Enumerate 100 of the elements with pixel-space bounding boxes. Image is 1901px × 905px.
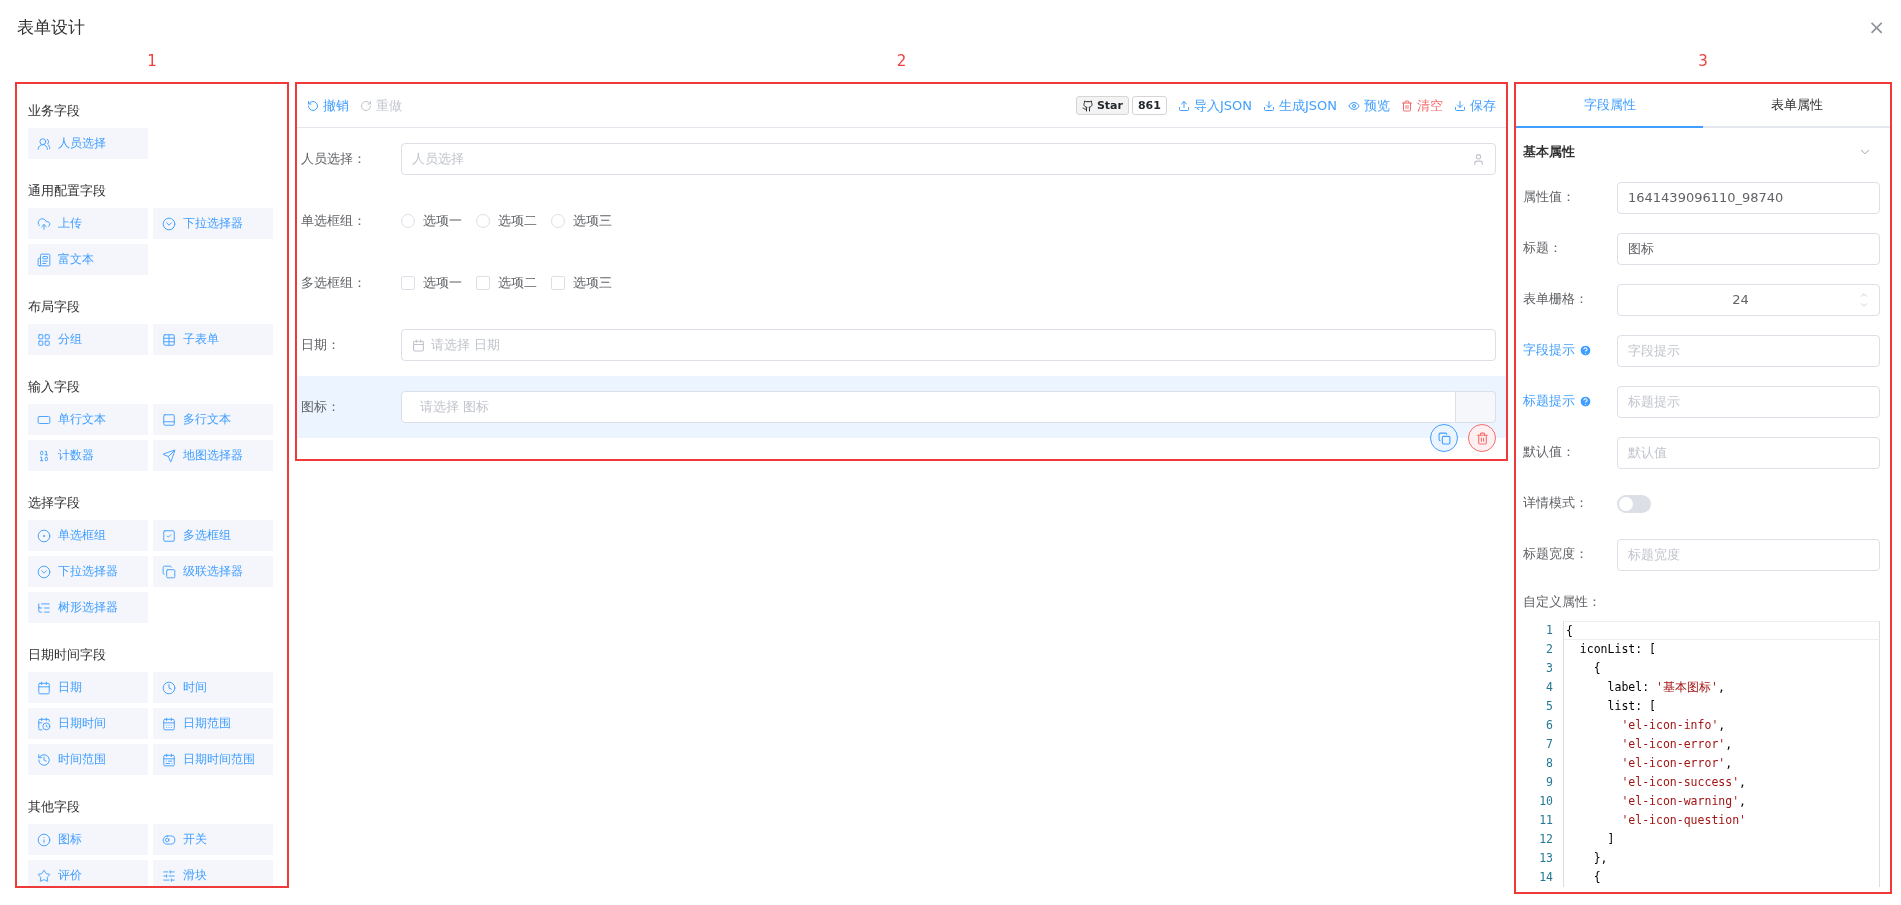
trash-icon: [1401, 99, 1413, 112]
text-field[interactable]: 默认值: [1617, 436, 1880, 469]
field-label: 标题宽度：: [1523, 546, 1589, 563]
radio-option[interactable]: 选项三: [551, 212, 612, 230]
star-icon: [37, 868, 51, 883]
text-field[interactable]: 标题提示: [1617, 385, 1880, 418]
cloud-upload-icon: [37, 216, 51, 231]
form-row[interactable]: 日期： 请选择 日期: [297, 314, 1506, 376]
form-row[interactable]: 图标： 请选择 图标: [297, 376, 1506, 438]
component-item[interactable]: 上传: [28, 208, 148, 239]
section-heading: 日期时间字段: [28, 646, 107, 664]
checkbox-option[interactable]: 选项一: [401, 274, 462, 292]
component-item[interactable]: 开关: [153, 824, 273, 855]
tree-icon: [37, 600, 51, 615]
section-heading: 输入字段: [28, 378, 81, 396]
component-item[interactable]: 人员选择: [28, 128, 148, 159]
text-field[interactable]: 1641439096110_98740: [1617, 181, 1880, 214]
eye-icon: [1348, 99, 1360, 112]
line-number: 1: [1545, 622, 1553, 639]
grid-icon: [37, 332, 51, 347]
text-field[interactable]: 字段提示: [1617, 334, 1880, 367]
component-item[interactable]: 时间: [153, 672, 273, 703]
download-icon: [1454, 99, 1466, 112]
component-item[interactable]: 子表单: [153, 324, 273, 355]
form-row[interactable]: 人员选择： 人员选择: [297, 128, 1506, 190]
line-number: 3: [1545, 660, 1553, 677]
component-item[interactable]: 单选框组: [28, 520, 148, 551]
text-field[interactable]: 图标: [1617, 232, 1880, 265]
checkbox-option[interactable]: 选项二: [476, 274, 537, 292]
component-item[interactable]: 评价: [28, 860, 148, 886]
toolbar-button[interactable]: 生成JSON: [1262, 96, 1337, 115]
toggle-switch[interactable]: [1617, 494, 1651, 513]
checkbox-icon: [162, 528, 176, 543]
component-item[interactable]: 日期时间范围: [153, 744, 273, 775]
component-item[interactable]: 滑块: [153, 860, 273, 886]
code-line: label: '基本图标',: [1563, 678, 1880, 697]
component-item[interactable]: 分组: [28, 324, 148, 355]
table-icon: [162, 332, 176, 347]
help-icon[interactable]: [1579, 395, 1592, 408]
toolbar-button[interactable]: 保存: [1454, 96, 1496, 115]
section-header[interactable]: 基本属性: [1523, 132, 1880, 172]
chevron-circle-icon: [37, 564, 51, 579]
sliders-icon: [162, 868, 176, 883]
component-item[interactable]: 日期时间: [28, 708, 148, 739]
field-label: 多选框组：: [301, 274, 367, 292]
icon-select-field[interactable]: 请选择 图标: [401, 391, 1456, 423]
help-icon[interactable]: [1579, 344, 1592, 357]
component-item[interactable]: 单行文本: [28, 404, 148, 435]
component-item[interactable]: 计数器: [28, 440, 148, 471]
tab[interactable]: 表单属性: [1703, 84, 1890, 128]
form-row[interactable]: 多选框组： 选项一 选项二 选项三: [297, 252, 1506, 314]
calendar-clock-icon: [37, 716, 51, 731]
toolbar-button[interactable]: 导入JSON: [1177, 96, 1252, 115]
chevron-circle-icon: [162, 216, 176, 231]
annotation-number: 2: [896, 51, 907, 72]
upload-icon: [1177, 99, 1190, 112]
calendar-icon: [412, 338, 425, 352]
line-number: 14: [1538, 869, 1553, 886]
component-item[interactable]: 树形选择器: [28, 592, 148, 623]
github-icon: [1081, 99, 1094, 112]
github-star-button[interactable]: Star: [1075, 96, 1129, 115]
code-line: {: [1563, 868, 1880, 887]
component-item[interactable]: 日期: [28, 672, 148, 703]
component-item[interactable]: 日期范围: [153, 708, 273, 739]
close-button[interactable]: ×: [1868, 17, 1885, 37]
component-item[interactable]: 下拉选择器: [28, 556, 148, 587]
code-line: 'el-icon-error',: [1563, 754, 1880, 773]
component-item[interactable]: 下拉选择器: [153, 208, 273, 239]
component-item[interactable]: 富文本: [28, 244, 148, 275]
component-item[interactable]: 地图选择器: [153, 440, 273, 471]
component-item[interactable]: 时间范围: [28, 744, 148, 775]
tab[interactable]: 字段属性: [1516, 84, 1703, 128]
person-select-field[interactable]: 人员选择: [401, 143, 1496, 175]
line-number: 12: [1538, 831, 1553, 848]
form-row[interactable]: 单选框组： 选项一 选项二 选项三: [297, 190, 1506, 252]
component-item[interactable]: 多选框组: [153, 520, 273, 551]
field-label: 字段提示: [1523, 342, 1575, 359]
line-number: 13: [1538, 850, 1553, 867]
date-field[interactable]: 请选择 日期: [401, 329, 1496, 361]
field-label: 属性值：: [1523, 189, 1576, 206]
checkbox-option[interactable]: 选项三: [551, 274, 612, 292]
text-field[interactable]: 标题宽度: [1617, 538, 1880, 571]
number-field[interactable]: 24: [1617, 283, 1880, 316]
code-line: },: [1563, 849, 1880, 868]
line-number: 10: [1538, 793, 1553, 810]
radio-option[interactable]: 选项二: [476, 212, 537, 230]
component-item[interactable]: 多行文本: [153, 404, 273, 435]
radio-option[interactable]: 选项一: [401, 212, 462, 230]
component-item[interactable]: 图标: [28, 824, 148, 855]
field-label: 日期：: [301, 336, 341, 354]
radio-icon: [37, 528, 51, 543]
code-line: iconList: [: [1563, 640, 1880, 659]
section-heading: 其他字段: [28, 798, 81, 816]
toolbar-button[interactable]: 预览: [1348, 96, 1390, 115]
toolbar-button[interactable]: 清空: [1401, 96, 1443, 115]
undo-button[interactable]: 撤销: [307, 96, 349, 115]
annotation-number: 1: [147, 51, 157, 72]
annotation-number: 3: [1698, 51, 1708, 72]
component-item[interactable]: 级联选择器: [153, 556, 273, 587]
code-editor[interactable]: 1 { 2 iconList: [ 3 { 4 label: '基本图标', 5 list: [ 6 'el-icon-info', 7 'el-icon-error', 8 'el-icon-error', 9 'el-icon-success', 10 'el-icon-warning', 11 'el-icon-question' 12 ] 13 }, 14 {: [1523, 621, 1880, 887]
